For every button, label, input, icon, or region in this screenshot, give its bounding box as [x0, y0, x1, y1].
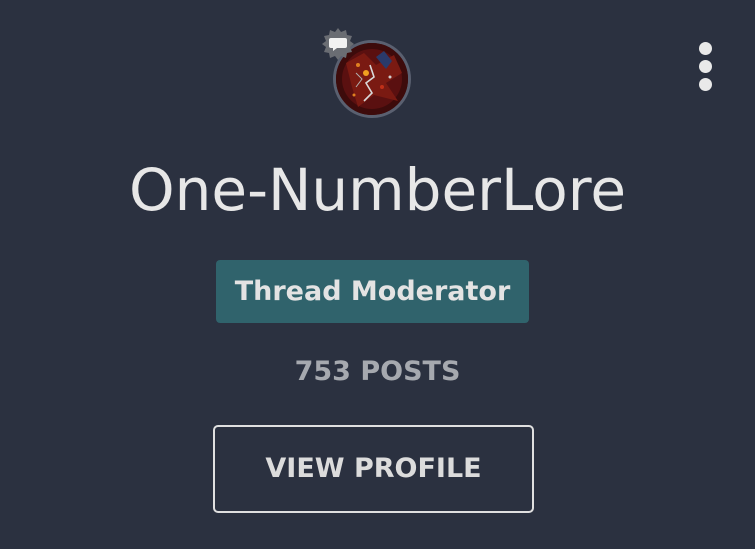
user-profile-card: One-NumberLore Thread Moderator 753 POST… — [0, 0, 755, 549]
more-options-button[interactable] — [688, 38, 724, 94]
role-badge: Thread Moderator — [216, 260, 529, 323]
more-vertical-icon — [699, 60, 712, 73]
posts-count: 753 POSTS — [294, 356, 461, 387]
avatar-container[interactable] — [322, 28, 411, 118]
chat-bubble-icon — [321, 26, 355, 60]
more-vertical-icon — [699, 78, 712, 91]
more-vertical-icon — [699, 42, 712, 55]
username: One-NumberLore — [128, 156, 627, 224]
view-profile-button[interactable]: VIEW PROFILE — [213, 425, 534, 513]
